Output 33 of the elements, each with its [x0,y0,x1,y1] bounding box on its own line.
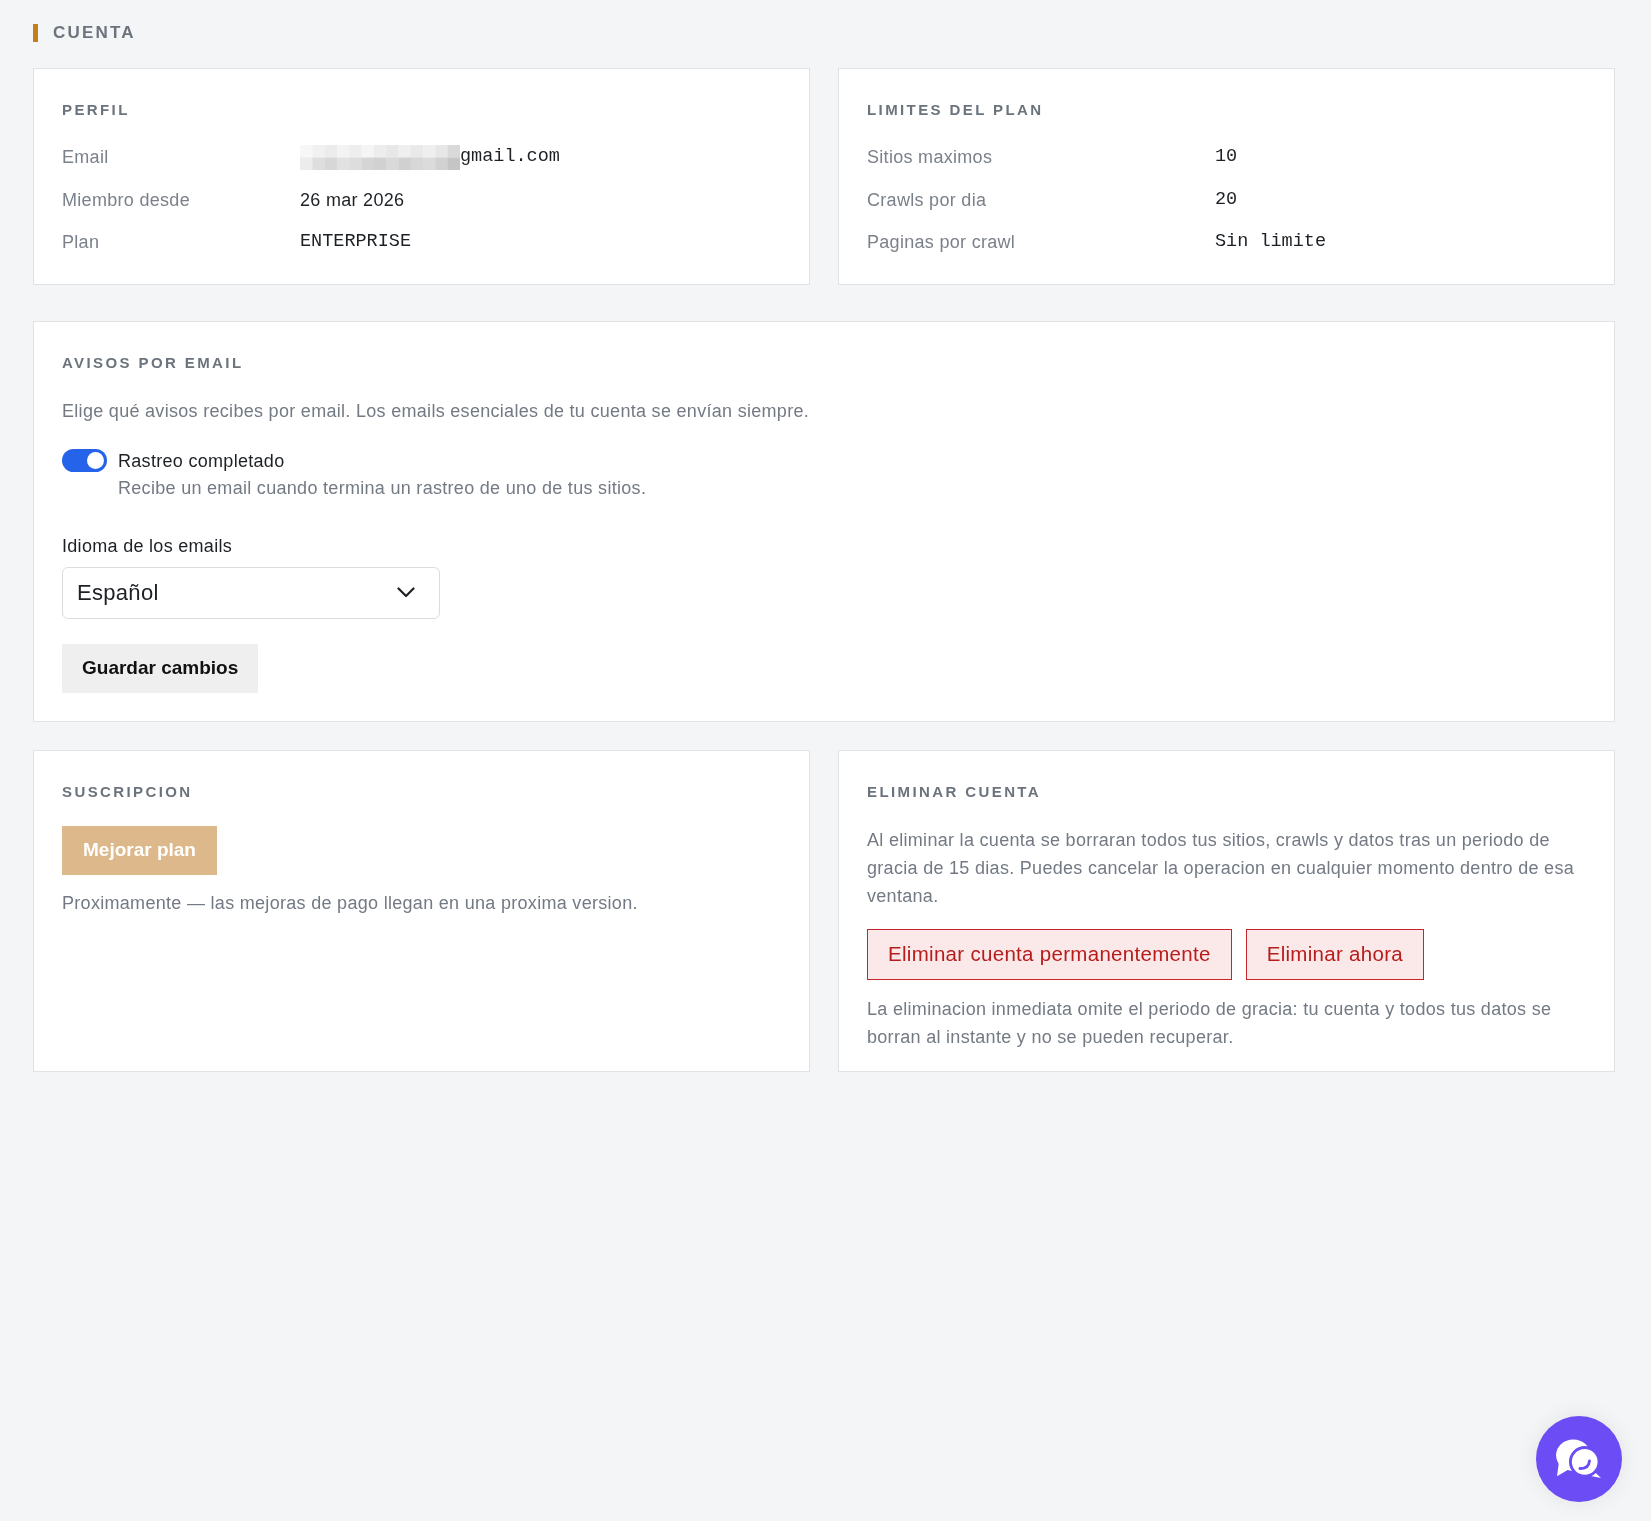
field-value: gmail.com [460,145,560,170]
card-title: LIMITES DEL PLAN [867,100,1044,120]
card-title: PERFIL [62,100,130,120]
toggle-switch[interactable] [62,448,107,472]
field-label: Miembro desde [62,188,190,212]
warning-text: La eliminacion inmediata omite el periodo de gracia: tu cuenta y todos tus datos se borran al instante y no se pueden recuperar. [867,997,1553,1049]
description-text: Elige qué avisos recibes por email. Los emails esenciales de tu cuenta se envían siempre. [62,399,811,423]
field-value: 10 [1215,145,1238,170]
card-title: AVISOS POR EMAIL [62,352,244,373]
section-title: CUENTA [53,22,136,44]
delete-now-button[interactable]: Eliminar ahora [1245,928,1425,980]
note-text: Proximamente — las mejoras de pago llegan en una proxima version. [62,891,638,915]
field-label: Crawls por dia [867,188,987,212]
pixelated-mask-icon [300,144,460,170]
toggle-label: Rastreo completado [118,449,285,473]
language-select[interactable]: Español [62,566,440,619]
chevron-down-icon [397,587,415,598]
field-value: 26 mar 2026 [300,188,405,212]
delete-permanently-button[interactable]: Eliminar cuenta permanentemente [867,928,1232,980]
description-text: Al eliminar la cuenta se borraran todos tus sitios, crawls y datos tras un periodo de gracia de 15 dias. Puedes cancelar la operacion en cualquier momento dentro de esa ventana. [867,828,1576,908]
save-button[interactable]: Guardar cambios [62,643,259,693]
toggle-hint: Recibe un email cuando termina un rastreo de uno de tus sitios. [118,476,647,500]
card-title: SUSCRIPCION [62,781,193,802]
field-label: Email [62,146,109,169]
field-value: 20 [1215,187,1238,212]
field-label: Paginas por crawl [867,231,1016,254]
field-label: Idioma de los emails [62,534,234,558]
field-label: Sitios maximos [867,146,993,169]
card-title: ELIMINAR CUENTA [867,781,1042,802]
field-label: Plan [62,231,100,254]
field-value: ENTERPRISE [300,230,412,255]
field-value: Sin limite [1215,230,1327,255]
heading-marker-icon [33,24,38,42]
